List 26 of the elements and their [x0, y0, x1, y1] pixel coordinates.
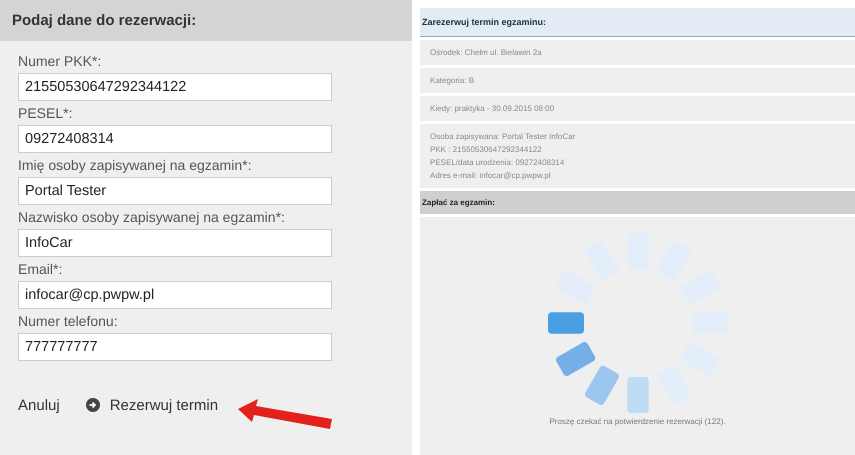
info-text: Ośrodek: Chełm ul. Bielawin 2a [430, 48, 543, 57]
field-label: Imię osoby zapisywanej na egzamin*: [18, 157, 252, 173]
input-field[interactable]: infocar@cp.pwpw.pl [18, 281, 332, 309]
field-label: PESEL*: [18, 105, 74, 121]
input-field[interactable]: 09272408314 [18, 125, 332, 153]
info-text: PKK : 21550530647292344122 [430, 145, 543, 154]
arrow-circle-icon [86, 398, 100, 412]
info-text: Adres e-mail: infocar@cp.pwpw.pl [430, 171, 552, 180]
cancel-link[interactable]: Anuluj [18, 396, 60, 414]
input-field[interactable]: InfoCar [18, 229, 332, 257]
field-label: Numer telefonu: [18, 313, 119, 329]
input-field[interactable]: 777777777 [18, 333, 332, 361]
wait-message: Proszę czekać na potwierdzenie rezerwacji (122). [549, 417, 726, 426]
form-header: Podaj dane do rezerwacji: [0, 0, 412, 41]
info-text: PESEL/data urodzenia: 09272408314 [430, 158, 566, 167]
info-text: Osoba zapisywana: Portal Tester InfoCar [430, 132, 576, 141]
reserve-link[interactable]: Rezerwuj termin [110, 396, 218, 414]
info-text: Kategoria: B [430, 76, 476, 85]
field-label: Nazwisko osoby zapisywanej na egzamin*: [18, 209, 286, 225]
input-field[interactable]: 21550530647292344122 [18, 73, 332, 101]
field-label: Email*: [18, 261, 64, 277]
section-header: Zarezerwuj termin egzaminu: [420, 8, 855, 37]
input-field[interactable]: Portal Tester [18, 177, 332, 205]
section-header: Zapłać za egzamin: [420, 191, 855, 214]
field-label: Numer PKK*: [18, 53, 102, 69]
info-text: Kiedy: praktyka - 30.09.2015 08:00 [430, 104, 556, 113]
